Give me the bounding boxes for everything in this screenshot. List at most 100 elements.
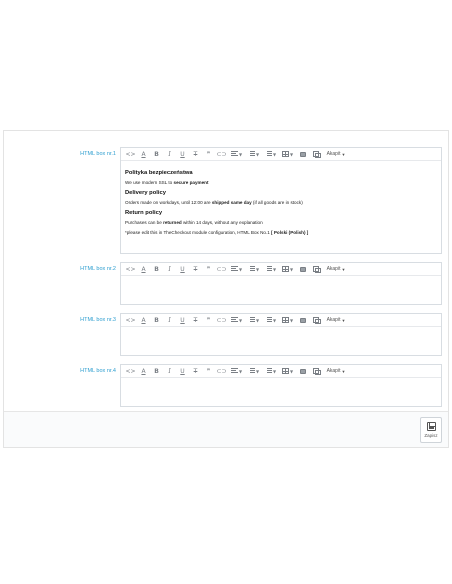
bold-button[interactable]: B: [150, 149, 163, 160]
align-dropdown[interactable]: ▼: [228, 366, 245, 377]
content-paragraph: Purchases can be returned within 14 days…: [125, 220, 263, 225]
numbered-list-dropdown[interactable]: ▼: [262, 149, 279, 160]
font-color-button[interactable]: A: [137, 315, 150, 326]
code-icon[interactable]: <>: [124, 149, 137, 160]
table-icon: [281, 151, 289, 157]
image-button[interactable]: [296, 315, 309, 326]
link-icon[interactable]: ⊂⊃: [215, 315, 228, 326]
html-box-3-editor[interactable]: <> A B I U T ❞ ⊂⊃ ▼ ▼ ▼ ▼ Akapit ▼: [120, 313, 442, 356]
html-box-2-content[interactable]: [121, 276, 441, 286]
blockquote-button[interactable]: ❞: [202, 264, 215, 275]
align-icon: [230, 266, 238, 272]
underline-button[interactable]: U: [176, 149, 189, 160]
underline-button[interactable]: U: [176, 315, 189, 326]
table-dropdown[interactable]: ▼: [279, 366, 296, 377]
html-box-1-content[interactable]: Polityka bezpieczeństwa We use modern SS…: [121, 161, 441, 244]
html-box-4-editor[interactable]: <> A B I U T ❞ ⊂⊃ ▼ ▼ ▼ ▼ Akapit ▼: [120, 364, 442, 407]
html-box-3-content[interactable]: [121, 327, 441, 337]
link-icon[interactable]: ⊂⊃: [215, 366, 228, 377]
code-icon[interactable]: <>: [124, 315, 137, 326]
blockquote-button[interactable]: ❞: [202, 366, 215, 377]
numbered-list-dropdown[interactable]: ▼: [262, 264, 279, 275]
content-heading: Delivery policy: [125, 190, 166, 196]
numbered-list-dropdown[interactable]: ▼: [262, 366, 279, 377]
html-box-1-editor[interactable]: <> A B I U T ❞ ⊂⊃ ▼ ▼ ▼ ▼ Akapit ▼ Polity…: [120, 147, 442, 254]
bullet-list-dropdown[interactable]: ▼: [245, 366, 262, 377]
numbered-list-icon: [265, 317, 272, 323]
strikethrough-button[interactable]: T: [189, 315, 202, 326]
underline-button[interactable]: U: [176, 366, 189, 377]
media-icon: [312, 368, 321, 375]
align-dropdown[interactable]: ▼: [228, 149, 245, 160]
table-dropdown[interactable]: ▼: [279, 149, 296, 160]
table-icon: [281, 317, 289, 323]
code-icon[interactable]: <>: [124, 264, 137, 275]
underline-button[interactable]: U: [176, 264, 189, 275]
align-icon: [230, 151, 238, 157]
italic-button[interactable]: I: [163, 264, 176, 275]
table-dropdown[interactable]: ▼: [279, 264, 296, 275]
save-button[interactable]: Zapisz: [420, 417, 442, 443]
table-dropdown[interactable]: ▼: [279, 315, 296, 326]
table-icon: [281, 266, 289, 272]
media-button[interactable]: [309, 264, 322, 275]
image-button[interactable]: [296, 366, 309, 377]
html-box-4-content[interactable]: [121, 378, 441, 388]
bold-button[interactable]: B: [150, 315, 163, 326]
html-box-4-label: HTML box nr.4: [80, 368, 116, 374]
image-icon: [299, 151, 306, 157]
align-dropdown[interactable]: ▼: [228, 264, 245, 275]
font-color-button[interactable]: A: [137, 366, 150, 377]
image-icon: [299, 266, 306, 272]
format-dropdown[interactable]: Akapit ▼: [322, 315, 350, 326]
html-box-3-label: HTML box nr.3: [80, 317, 116, 323]
font-color-button[interactable]: A: [137, 149, 150, 160]
format-dropdown[interactable]: Akapit ▼: [322, 264, 350, 275]
format-dropdown[interactable]: Akapit ▼: [322, 366, 350, 377]
bullet-list-icon: [248, 368, 255, 374]
media-button[interactable]: [309, 149, 322, 160]
italic-button[interactable]: I: [163, 149, 176, 160]
bullet-list-dropdown[interactable]: ▼: [245, 149, 262, 160]
table-icon: [281, 368, 289, 374]
link-icon[interactable]: ⊂⊃: [215, 149, 228, 160]
strikethrough-button[interactable]: T: [189, 149, 202, 160]
strikethrough-button[interactable]: T: [189, 264, 202, 275]
strikethrough-button[interactable]: T: [189, 366, 202, 377]
format-label: Akapit: [326, 368, 341, 374]
content-heading: Return policy: [125, 210, 163, 216]
media-button[interactable]: [309, 315, 322, 326]
html-box-2-label: HTML box nr.2: [80, 266, 116, 272]
bold-button[interactable]: B: [150, 366, 163, 377]
bullet-list-dropdown[interactable]: ▼: [245, 315, 262, 326]
html-box-2-editor[interactable]: <> A B I U T ❞ ⊂⊃ ▼ ▼ ▼ ▼ Akapit ▼: [120, 262, 442, 305]
align-icon: [230, 317, 238, 323]
link-icon[interactable]: ⊂⊃: [215, 264, 228, 275]
media-icon: [312, 317, 321, 324]
media-button[interactable]: [309, 366, 322, 377]
numbered-list-dropdown[interactable]: ▼: [262, 315, 279, 326]
panel-footer: Zapisz: [4, 411, 448, 447]
image-button[interactable]: [296, 264, 309, 275]
editor-toolbar: <> A B I U T ❞ ⊂⊃ ▼ ▼ ▼ ▼ Akapit ▼: [121, 263, 441, 276]
blockquote-button[interactable]: ❞: [202, 315, 215, 326]
blockquote-button[interactable]: ❞: [202, 149, 215, 160]
italic-button[interactable]: I: [163, 366, 176, 377]
content-paragraph: *please edit this in TheCheckout module …: [125, 230, 309, 235]
code-icon[interactable]: <>: [124, 366, 137, 377]
bold-button[interactable]: B: [150, 264, 163, 275]
align-dropdown[interactable]: ▼: [228, 315, 245, 326]
font-color-button[interactable]: A: [137, 264, 150, 275]
editor-toolbar: <> A B I U T ❞ ⊂⊃ ▼ ▼ ▼ ▼ Akapit ▼: [121, 148, 441, 161]
media-icon: [312, 151, 321, 158]
bullet-list-icon: [248, 317, 255, 323]
format-label: Akapit: [326, 266, 341, 272]
content-paragraph: We use modern SSL to secure payment: [125, 180, 209, 185]
bullet-list-dropdown[interactable]: ▼: [245, 264, 262, 275]
image-button[interactable]: [296, 149, 309, 160]
content-paragraph: Orders made on workdays, until 12:00 are…: [125, 200, 303, 205]
italic-button[interactable]: I: [163, 315, 176, 326]
save-icon: [426, 422, 436, 431]
format-dropdown[interactable]: Akapit ▼: [322, 149, 350, 160]
numbered-list-icon: [265, 151, 272, 157]
